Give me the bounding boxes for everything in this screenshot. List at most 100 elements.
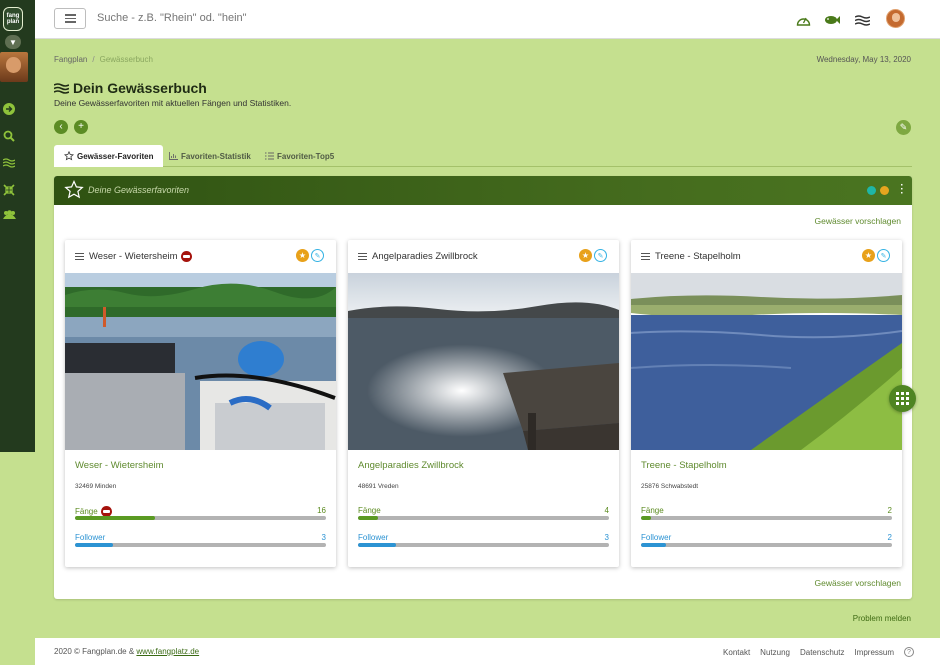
card-header: Treene - Stapelholm ★ ✎: [631, 240, 902, 273]
tab-favorites[interactable]: Gewässer-Favoriten: [54, 145, 164, 167]
catches-count: 4: [604, 506, 609, 515]
topbar: [35, 0, 940, 39]
suggest-water-link-bottom[interactable]: Gewässer vorschlagen: [815, 578, 901, 588]
tab-label: Gewässer-Favoriten: [77, 151, 154, 161]
breadcrumb-current: Gewässerbuch: [99, 55, 153, 64]
water-photo[interactable]: [65, 273, 336, 450]
copyright-text: 2020 © Fangplan.de &: [54, 647, 137, 656]
catches-label: Fänge: [641, 506, 664, 515]
catches-bar-fill: [75, 516, 156, 520]
card-actions: ★ ✎: [862, 249, 890, 262]
search-icon[interactable]: [2, 129, 16, 143]
footer-link-kontakt[interactable]: Kontakt: [723, 648, 750, 657]
panel-title: Deine Gewässerfavoriten: [88, 185, 190, 195]
star-icon[interactable]: ★: [862, 249, 875, 262]
water-card[interactable]: Angelparadies Zwillbrock ★ ✎ Angelparadi…: [348, 240, 619, 567]
report-problem-link[interactable]: Problem melden: [853, 614, 911, 623]
menu-icon[interactable]: [75, 253, 84, 260]
card-title[interactable]: Angelparadies Zwillbrock: [358, 460, 464, 471]
apps-grid-button[interactable]: [889, 385, 916, 412]
fish-icon[interactable]: [824, 12, 840, 28]
menu-icon[interactable]: [641, 253, 650, 260]
followers-count: 2: [887, 533, 892, 542]
tab-bar: Gewässer-Favoriten Favoriten-Statistik F…: [54, 145, 912, 167]
tab-top5[interactable]: Favoriten-Top5: [255, 145, 344, 167]
suggest-water-link[interactable]: Gewässer vorschlagen: [815, 216, 901, 226]
add-button[interactable]: +: [74, 120, 88, 134]
card-name-text: Treene - Stapelholm: [655, 251, 741, 262]
water-photo[interactable]: [348, 273, 619, 450]
menu-button[interactable]: [54, 8, 86, 29]
edit-icon[interactable]: ✎: [594, 249, 607, 262]
status-dot-orange[interactable]: [880, 186, 889, 195]
footer: 2020 © Fangplan.de & www.fangplatz.de Ko…: [35, 638, 940, 665]
page-subtitle: Deine Gewässerfavoriten mit aktuellen Fä…: [54, 98, 292, 108]
footer-link-datenschutz[interactable]: Datenschutz: [800, 648, 844, 657]
star-icon: [64, 180, 84, 199]
catches-label-text: Fänge: [75, 507, 98, 516]
star-icon[interactable]: ★: [579, 249, 592, 262]
edit-button[interactable]: ✎: [896, 120, 911, 135]
catches-label: Fänge: [358, 506, 381, 515]
list-icon: [265, 152, 274, 160]
no-entry-icon: [180, 251, 192, 262]
edit-icon[interactable]: ✎: [877, 249, 890, 262]
footer-link-nutzung[interactable]: Nutzung: [760, 648, 790, 657]
followers-bar-fill: [641, 543, 667, 547]
users-icon[interactable]: [2, 208, 16, 222]
footer-copyright: 2020 © Fangplan.de & www.fangplatz.de: [54, 647, 199, 656]
followers-count: 3: [321, 533, 326, 542]
water-icon[interactable]: [2, 156, 16, 170]
sidebar: fang plan ▼: [0, 0, 35, 452]
edit-icon[interactable]: ✎: [311, 249, 324, 262]
water-icon[interactable]: [854, 12, 870, 28]
current-date: Wednesday, May 13, 2020: [816, 55, 911, 64]
water-icon: [54, 82, 69, 94]
card-name-text: Weser - Wietersheim: [89, 251, 178, 262]
tab-label: Favoriten-Top5: [277, 151, 335, 161]
card-name: Treene - Stapelholm: [655, 251, 741, 262]
followers-bar-fill: [75, 543, 113, 547]
fangplatz-link[interactable]: www.fangplatz.de: [136, 647, 199, 656]
star-icon[interactable]: ★: [296, 249, 309, 262]
menu-icon[interactable]: [358, 253, 367, 260]
help-icon[interactable]: ?: [904, 647, 914, 657]
followers-count: 3: [604, 533, 609, 542]
status-dot-teal[interactable]: [867, 186, 876, 195]
card-name: Angelparadies Zwillbrock: [372, 251, 478, 262]
card-name: Weser - Wietersheim: [89, 251, 192, 262]
followers-label: Follower: [641, 533, 672, 542]
tab-label: Favoriten-Statistik: [181, 151, 251, 161]
breadcrumb-home[interactable]: Fangplan: [54, 55, 87, 64]
water-card[interactable]: Weser - Wietersheim ★ ✎ Weser - Wietersh…: [65, 240, 336, 567]
followers-bar-fill: [358, 543, 396, 547]
card-header: Angelparadies Zwillbrock ★ ✎: [348, 240, 619, 273]
card-actions: ★ ✎: [579, 249, 607, 262]
chevron-down-icon[interactable]: ▼: [5, 35, 21, 49]
speed-icon[interactable]: [795, 12, 811, 28]
chart-icon: [169, 152, 178, 160]
card-actions: ★ ✎: [296, 249, 324, 262]
arrow-right-icon[interactable]: [2, 102, 16, 116]
more-menu-icon[interactable]: · · ·: [900, 181, 904, 199]
catches-bar: [358, 516, 609, 520]
catches-bar: [75, 516, 326, 520]
water-card[interactable]: Treene - Stapelholm ★ ✎ Treene - Stapelh…: [631, 240, 902, 567]
search-input[interactable]: [97, 12, 397, 24]
footer-link-impressum[interactable]: Impressum: [854, 648, 894, 657]
water-photo[interactable]: [631, 273, 902, 450]
logo-text: fang plan: [6, 13, 20, 25]
app-logo[interactable]: fang plan: [3, 7, 23, 31]
followers-label: Follower: [75, 533, 106, 542]
catches-bar: [641, 516, 892, 520]
card-name-text: Angelparadies Zwillbrock: [372, 251, 478, 262]
compress-icon[interactable]: [2, 183, 16, 197]
card-title[interactable]: Treene - Stapelholm: [641, 460, 727, 471]
card-header: Weser - Wietersheim ★ ✎: [65, 240, 336, 273]
user-avatar[interactable]: [886, 9, 905, 28]
card-title[interactable]: Weser - Wietersheim: [75, 460, 164, 471]
tab-statistics[interactable]: Favoriten-Statistik: [159, 145, 261, 167]
back-button[interactable]: ‹: [54, 120, 68, 134]
sidebar-avatar[interactable]: [0, 52, 28, 82]
footer-links: Kontakt Nutzung Datenschutz Impressum ?: [723, 647, 914, 657]
